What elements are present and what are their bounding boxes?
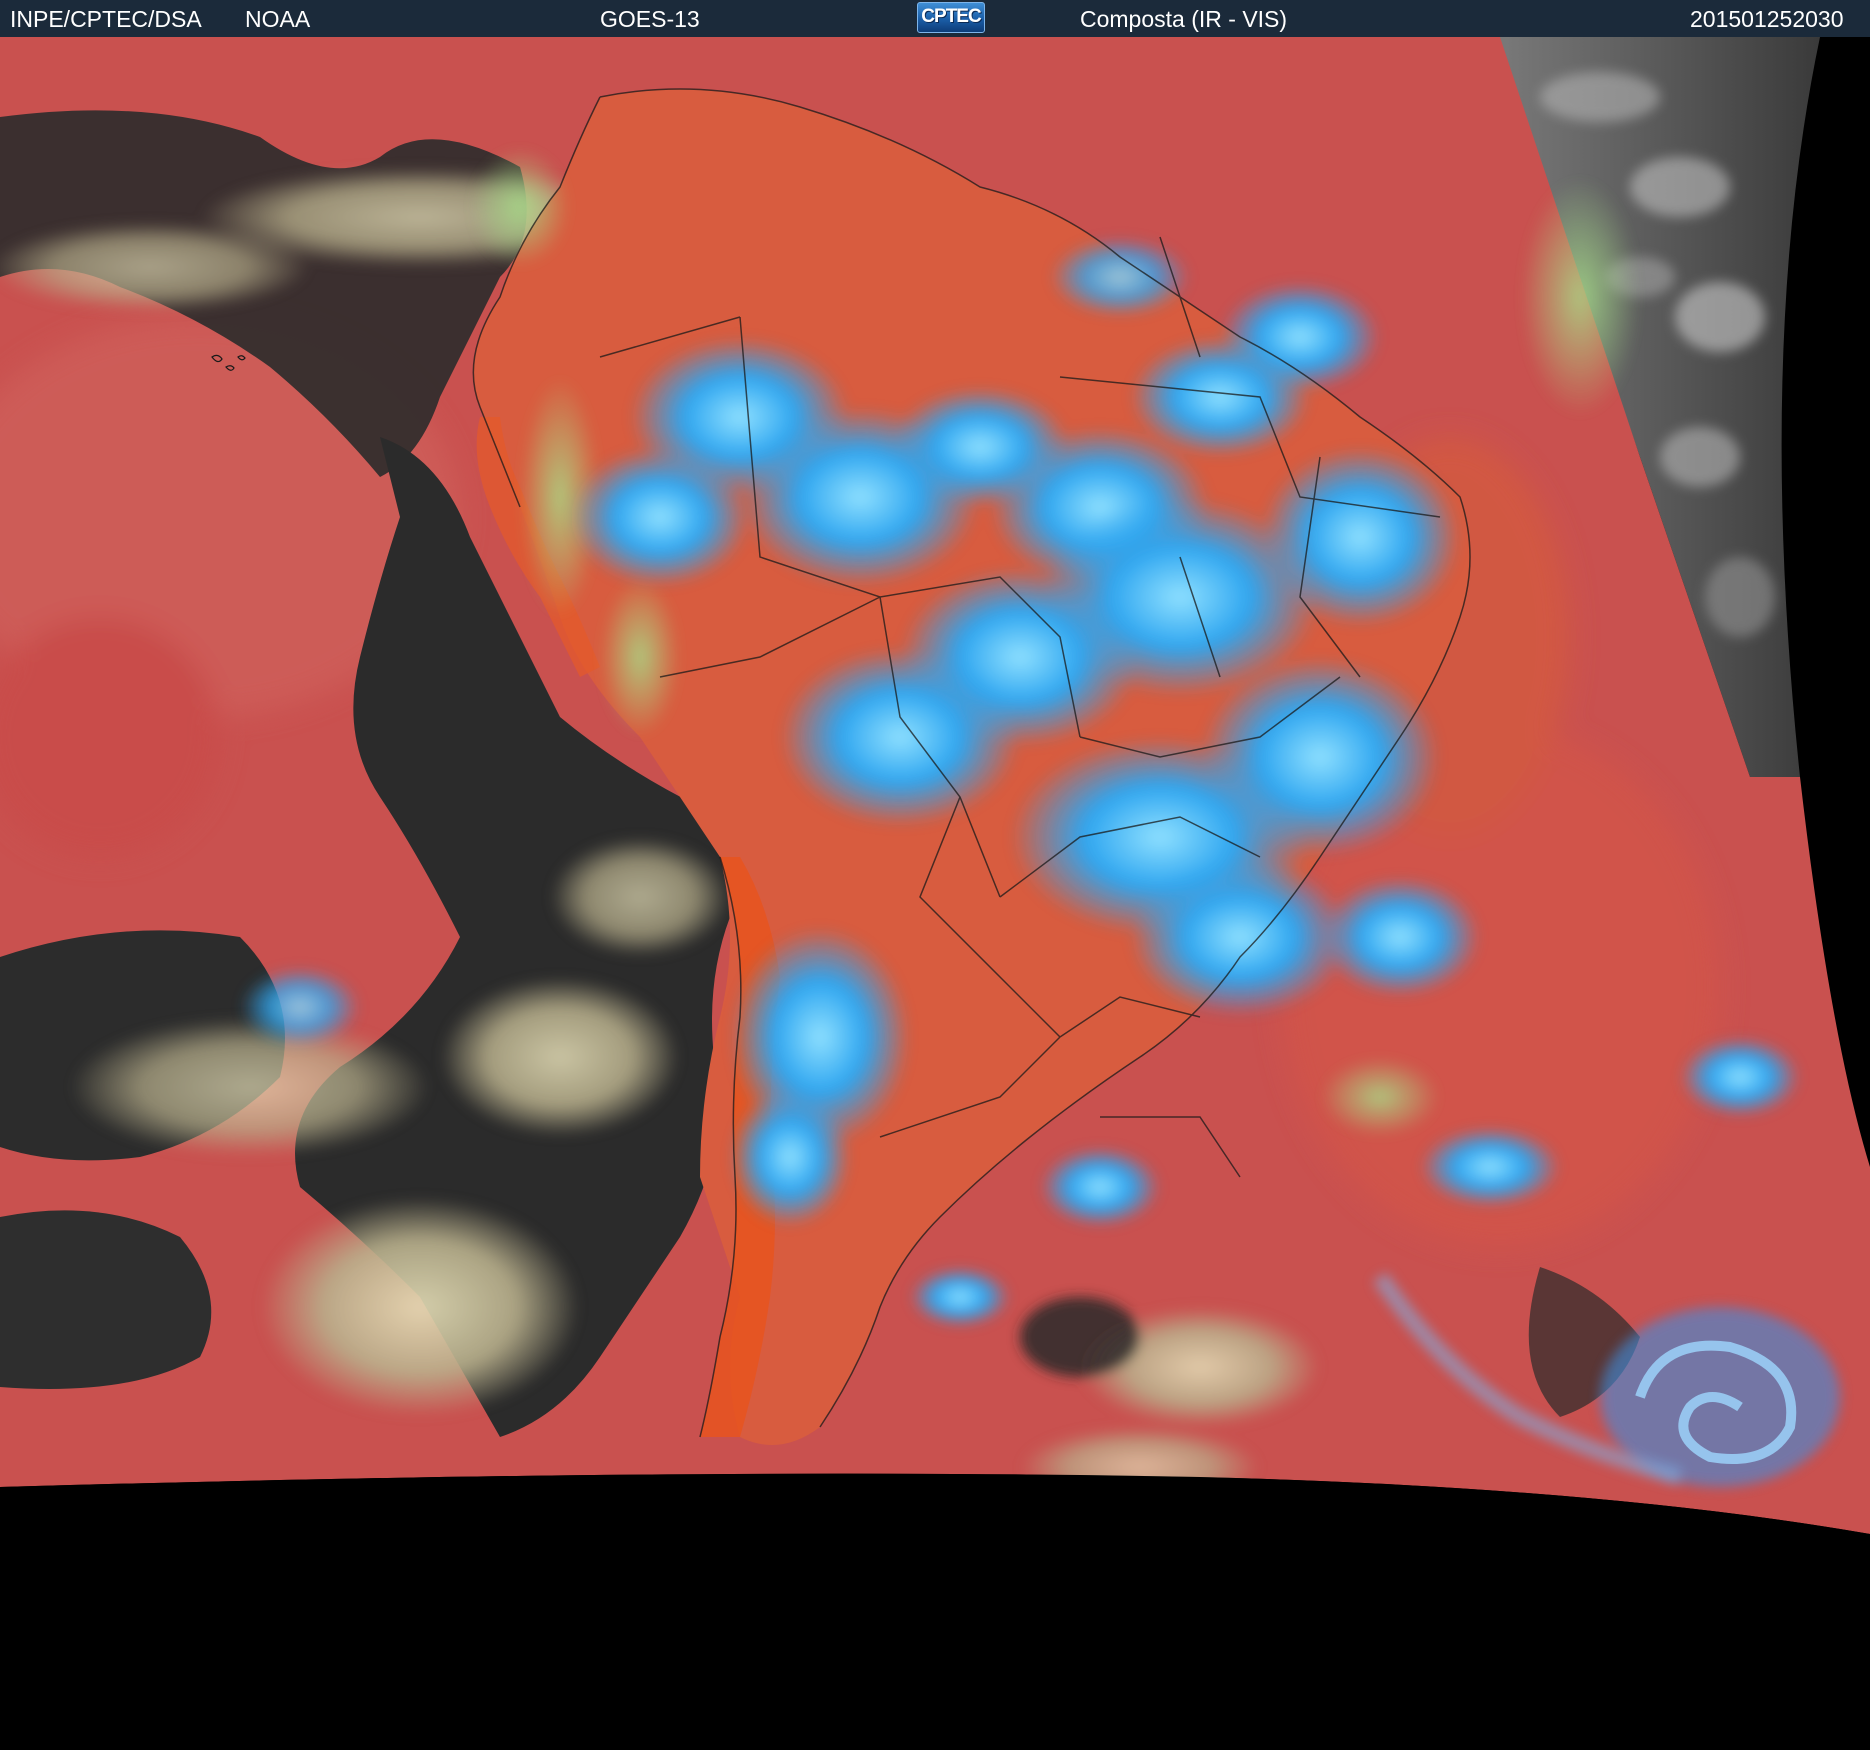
satellite-composite-svg [0,37,1870,1750]
cptec-logo-text: CPTEC [921,6,981,27]
partner-label: NOAA [245,6,311,32]
timestamp-label: 201501252030 [1690,6,1844,32]
lower-space [0,1473,1870,1750]
satellite-image [0,37,1870,1750]
header-bar: INPE/CPTEC/DSA NOAA GOES-13 CPTEC Compos… [0,0,1870,37]
product-label: Composta (IR - VIS) [1080,6,1288,32]
agency-label: INPE/CPTEC/DSA [10,6,202,32]
satellite-label: GOES-13 [600,6,700,32]
cptec-logo: CPTEC [917,2,985,33]
